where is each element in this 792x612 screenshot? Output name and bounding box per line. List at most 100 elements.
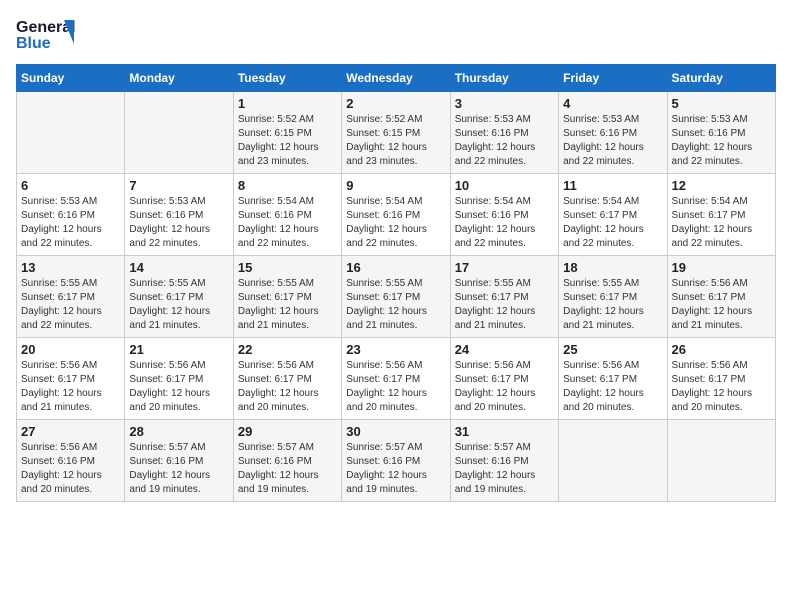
- calendar-cell: 4 Sunrise: 5:53 AM Sunset: 6:16 PM Daylig…: [559, 92, 667, 174]
- calendar-cell: 31 Sunrise: 5:57 AM Sunset: 6:16 PM Dayli…: [450, 420, 558, 502]
- day-info: Sunrise: 5:56 AM Sunset: 6:17 PM Dayligh…: [672, 359, 771, 415]
- calendar-cell: 24 Sunrise: 5:56 AM Sunset: 6:17 PM Dayli…: [450, 338, 558, 420]
- day-number: 20: [21, 342, 120, 357]
- day-number: 30: [346, 424, 445, 439]
- day-number: 10: [455, 178, 554, 193]
- day-info: Sunrise: 5:54 AM Sunset: 6:17 PM Dayligh…: [672, 195, 771, 251]
- calendar-cell: 17Sunrise: 5:55 AM Sunset: 6:17 PM Dayli…: [450, 256, 558, 338]
- logo-svg: GeneralBlue: [16, 16, 76, 52]
- day-info: Sunrise: 5:56 AM Sunset: 6:17 PM Dayligh…: [346, 359, 445, 415]
- weekday-header-thursday: Thursday: [450, 65, 558, 92]
- calendar-cell: 28 Sunrise: 5:57 AM Sunset: 6:16 PM Dayli…: [125, 420, 233, 502]
- day-number: 26: [672, 342, 771, 357]
- weekday-header-saturday: Saturday: [667, 65, 775, 92]
- weekday-header-tuesday: Tuesday: [233, 65, 341, 92]
- day-info: Sunrise: 5:57 AM Sunset: 6:16 PM Dayligh…: [129, 441, 228, 497]
- day-number: 6: [21, 178, 120, 193]
- calendar-cell: 30 Sunrise: 5:57 AM Sunset: 6:16 PM Dayli…: [342, 420, 450, 502]
- calendar-cell: 12 Sunrise: 5:54 AM Sunset: 6:17 PM Dayli…: [667, 174, 775, 256]
- day-info: Sunrise: 5:52 AM Sunset: 6:15 PM Dayligh…: [238, 113, 337, 169]
- day-number: 23: [346, 342, 445, 357]
- day-info: Sunrise: 5:56 AM Sunset: 6:17 PM Dayligh…: [672, 277, 771, 333]
- calendar-cell: 14 Sunrise: 5:55 AM Sunset: 6:17 PM Dayli…: [125, 256, 233, 338]
- logo: GeneralBlue: [16, 16, 76, 52]
- day-number: 21: [129, 342, 228, 357]
- day-number: 11: [563, 178, 662, 193]
- day-info: Sunrise: 5:52 AM Sunset: 6:15 PM Dayligh…: [346, 113, 445, 169]
- calendar-cell: 10 Sunrise: 5:54 AM Sunset: 6:16 PM Dayli…: [450, 174, 558, 256]
- calendar-cell: 19 Sunrise: 5:56 AM Sunset: 6:17 PM Dayli…: [667, 256, 775, 338]
- day-number: 28: [129, 424, 228, 439]
- calendar-cell: 15Sunrise: 5:55 AM Sunset: 6:17 PM Dayli…: [233, 256, 341, 338]
- calendar-cell: 5Sunrise: 5:53 AM Sunset: 6:16 PM Daylig…: [667, 92, 775, 174]
- calendar-week-2: 6 Sunrise: 5:53 AM Sunset: 6:16 PM Daylig…: [17, 174, 776, 256]
- day-number: 1: [238, 96, 337, 111]
- calendar-cell: 22 Sunrise: 5:56 AM Sunset: 6:17 PM Dayli…: [233, 338, 341, 420]
- day-info: Sunrise: 5:56 AM Sunset: 6:17 PM Dayligh…: [455, 359, 554, 415]
- day-number: 5: [672, 96, 771, 111]
- day-number: 13: [21, 260, 120, 275]
- calendar-cell: [125, 92, 233, 174]
- day-number: 4: [563, 96, 662, 111]
- day-info: Sunrise: 5:53 AM Sunset: 6:16 PM Dayligh…: [129, 195, 228, 251]
- day-number: 19: [672, 260, 771, 275]
- day-info: Sunrise: 5:54 AM Sunset: 6:17 PM Dayligh…: [563, 195, 662, 251]
- calendar-cell: 13 Sunrise: 5:55 AM Sunset: 6:17 PM Dayli…: [17, 256, 125, 338]
- day-number: 8: [238, 178, 337, 193]
- calendar-cell: 23 Sunrise: 5:56 AM Sunset: 6:17 PM Dayli…: [342, 338, 450, 420]
- day-number: 16: [346, 260, 445, 275]
- day-number: 14: [129, 260, 228, 275]
- day-number: 3: [455, 96, 554, 111]
- day-info: Sunrise: 5:56 AM Sunset: 6:17 PM Dayligh…: [238, 359, 337, 415]
- calendar-cell: 29Sunrise: 5:57 AM Sunset: 6:16 PM Dayli…: [233, 420, 341, 502]
- calendar-cell: 16 Sunrise: 5:55 AM Sunset: 6:17 PM Dayli…: [342, 256, 450, 338]
- day-number: 18: [563, 260, 662, 275]
- day-number: 27: [21, 424, 120, 439]
- calendar-cell: 27 Sunrise: 5:56 AM Sunset: 6:16 PM Dayli…: [17, 420, 125, 502]
- calendar-cell: 6 Sunrise: 5:53 AM Sunset: 6:16 PM Daylig…: [17, 174, 125, 256]
- day-info: Sunrise: 5:55 AM Sunset: 6:17 PM Dayligh…: [346, 277, 445, 333]
- day-info: Sunrise: 5:55 AM Sunset: 6:17 PM Dayligh…: [129, 277, 228, 333]
- day-info: Sunrise: 5:56 AM Sunset: 6:16 PM Dayligh…: [21, 441, 120, 497]
- day-number: 24: [455, 342, 554, 357]
- day-info: Sunrise: 5:56 AM Sunset: 6:17 PM Dayligh…: [21, 359, 120, 415]
- calendar-cell: 1 Sunrise: 5:52 AM Sunset: 6:15 PM Daylig…: [233, 92, 341, 174]
- weekday-header-friday: Friday: [559, 65, 667, 92]
- day-info: Sunrise: 5:53 AM Sunset: 6:16 PM Dayligh…: [563, 113, 662, 169]
- calendar-cell: [559, 420, 667, 502]
- day-number: 2: [346, 96, 445, 111]
- day-info: Sunrise: 5:54 AM Sunset: 6:16 PM Dayligh…: [238, 195, 337, 251]
- calendar-cell: 7Sunrise: 5:53 AM Sunset: 6:16 PM Daylig…: [125, 174, 233, 256]
- day-number: 9: [346, 178, 445, 193]
- day-number: 12: [672, 178, 771, 193]
- day-info: Sunrise: 5:56 AM Sunset: 6:17 PM Dayligh…: [129, 359, 228, 415]
- calendar-cell: 8 Sunrise: 5:54 AM Sunset: 6:16 PM Daylig…: [233, 174, 341, 256]
- calendar-cell: 20 Sunrise: 5:56 AM Sunset: 6:17 PM Dayli…: [17, 338, 125, 420]
- calendar-cell: 2 Sunrise: 5:52 AM Sunset: 6:15 PM Daylig…: [342, 92, 450, 174]
- calendar-cell: 21 Sunrise: 5:56 AM Sunset: 6:17 PM Dayli…: [125, 338, 233, 420]
- calendar-week-3: 13 Sunrise: 5:55 AM Sunset: 6:17 PM Dayli…: [17, 256, 776, 338]
- day-info: Sunrise: 5:53 AM Sunset: 6:16 PM Dayligh…: [21, 195, 120, 251]
- day-number: 31: [455, 424, 554, 439]
- calendar-table: SundayMondayTuesdayWednesdayThursdayFrid…: [16, 64, 776, 502]
- weekday-header-sunday: Sunday: [17, 65, 125, 92]
- calendar-cell: 25Sunrise: 5:56 AM Sunset: 6:17 PM Dayli…: [559, 338, 667, 420]
- day-info: Sunrise: 5:57 AM Sunset: 6:16 PM Dayligh…: [455, 441, 554, 497]
- calendar-cell: 3 Sunrise: 5:53 AM Sunset: 6:16 PM Daylig…: [450, 92, 558, 174]
- calendar-cell: [17, 92, 125, 174]
- calendar-cell: 18 Sunrise: 5:55 AM Sunset: 6:17 PM Dayli…: [559, 256, 667, 338]
- day-info: Sunrise: 5:55 AM Sunset: 6:17 PM Dayligh…: [563, 277, 662, 333]
- day-info: Sunrise: 5:53 AM Sunset: 6:16 PM Dayligh…: [455, 113, 554, 169]
- svg-text:Blue: Blue: [16, 35, 51, 52]
- day-info: Sunrise: 5:57 AM Sunset: 6:16 PM Dayligh…: [346, 441, 445, 497]
- weekday-header-monday: Monday: [125, 65, 233, 92]
- calendar-week-5: 27 Sunrise: 5:56 AM Sunset: 6:16 PM Dayli…: [17, 420, 776, 502]
- day-info: Sunrise: 5:55 AM Sunset: 6:17 PM Dayligh…: [21, 277, 120, 333]
- calendar-cell: 9Sunrise: 5:54 AM Sunset: 6:16 PM Daylig…: [342, 174, 450, 256]
- calendar-cell: 11 Sunrise: 5:54 AM Sunset: 6:17 PM Dayli…: [559, 174, 667, 256]
- day-info: Sunrise: 5:56 AM Sunset: 6:17 PM Dayligh…: [563, 359, 662, 415]
- page-header: GeneralBlue: [16, 16, 776, 52]
- day-number: 22: [238, 342, 337, 357]
- calendar-cell: 26 Sunrise: 5:56 AM Sunset: 6:17 PM Dayli…: [667, 338, 775, 420]
- day-info: Sunrise: 5:54 AM Sunset: 6:16 PM Dayligh…: [455, 195, 554, 251]
